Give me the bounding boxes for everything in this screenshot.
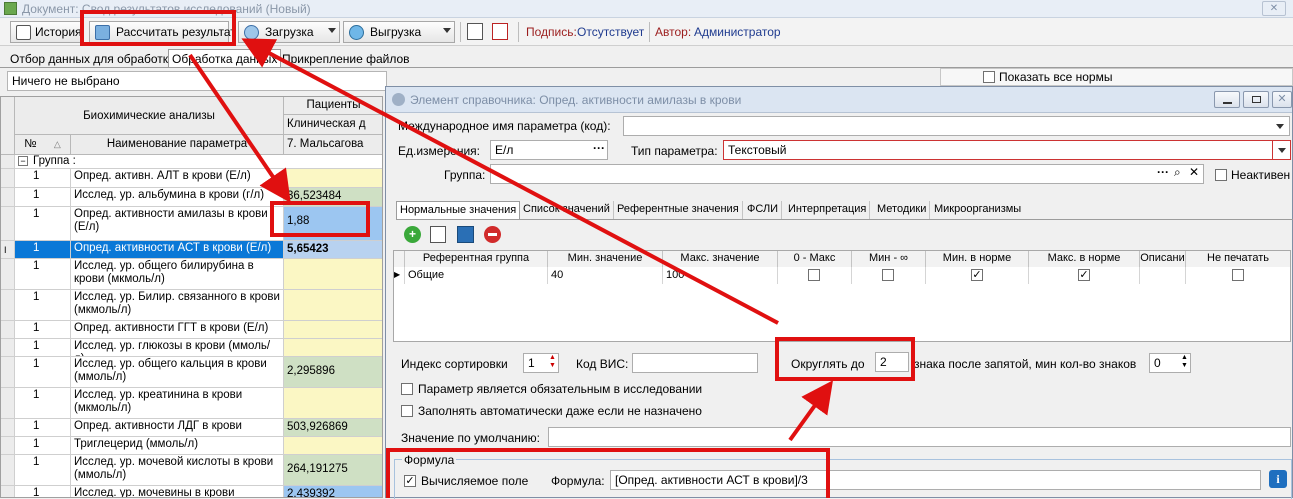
- arrow-round-to-calculate: [241, 38, 779, 325]
- annotation-arrows: [188, 38, 834, 442]
- arrow-formula-to-round: [788, 380, 834, 442]
- arrow-to-amylase-value: [188, 53, 291, 203]
